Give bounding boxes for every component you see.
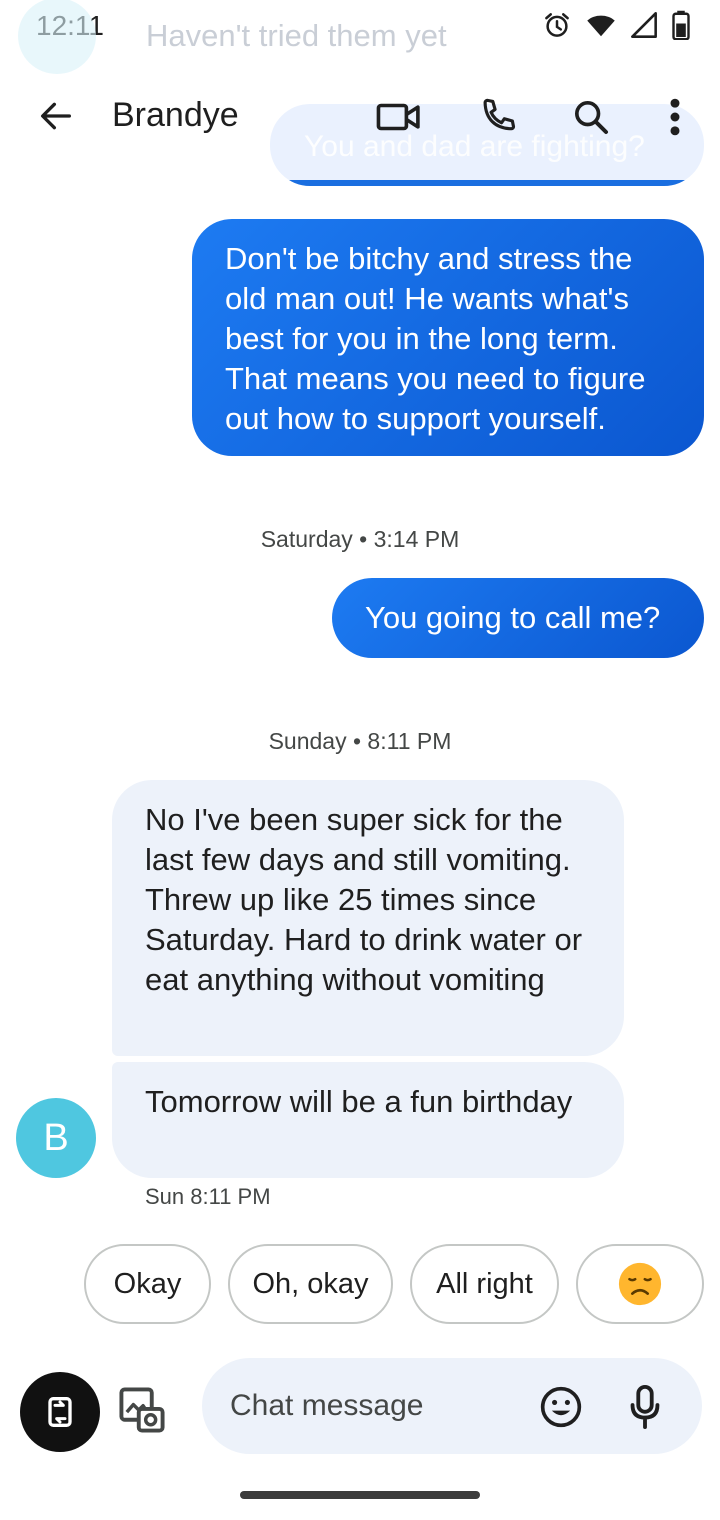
video-call-button[interactable] bbox=[376, 94, 422, 140]
message-bubble-outgoing[interactable]: You going to call me? bbox=[332, 578, 704, 658]
battery-icon bbox=[672, 10, 690, 40]
wifi-icon bbox=[587, 15, 615, 37]
mic-icon bbox=[630, 1384, 660, 1430]
compose-bar bbox=[202, 1358, 702, 1454]
alarm-icon bbox=[545, 13, 569, 37]
message-bubble-incoming[interactable]: Tomorrow will be a fun birthday bbox=[112, 1062, 624, 1178]
phone-call-button[interactable] bbox=[474, 94, 520, 140]
status-icons bbox=[542, 10, 690, 40]
signal-icon bbox=[631, 12, 657, 38]
conversation-header: Brandye bbox=[0, 80, 720, 156]
back-arrow-icon bbox=[41, 102, 72, 130]
message-bubble-incoming[interactable]: No I've been super sick for the last few… bbox=[112, 780, 624, 1056]
gallery-button[interactable] bbox=[116, 1384, 168, 1436]
smart-reply-oh-okay[interactable]: Oh, okay bbox=[228, 1244, 393, 1324]
search-icon bbox=[575, 101, 608, 134]
date-separator: Saturday • 3:14 PM bbox=[260, 526, 460, 552]
ghost-message-text: Haven't tried them yet bbox=[146, 18, 447, 53]
date-separator: Sunday • 8:11 PM bbox=[268, 728, 452, 754]
emoji-button[interactable] bbox=[538, 1384, 584, 1430]
contact-avatar[interactable]: B bbox=[16, 1098, 96, 1178]
message-timestamp: Sun 8:11 PM bbox=[145, 1184, 271, 1209]
gallery-icon bbox=[119, 1387, 165, 1433]
more-vert-icon bbox=[670, 98, 680, 136]
smart-reply-all-right[interactable]: All right bbox=[410, 1244, 559, 1324]
search-button[interactable] bbox=[568, 94, 614, 140]
phone-icon bbox=[483, 98, 516, 131]
attach-icon bbox=[48, 1397, 72, 1427]
more-options-button[interactable] bbox=[652, 94, 698, 140]
smart-reply-emoji[interactable] bbox=[576, 1244, 704, 1324]
smart-reply-okay[interactable]: Okay bbox=[84, 1244, 211, 1324]
message-bubble-outgoing[interactable]: Don't be bitchy and stress the old man o… bbox=[192, 219, 704, 456]
ghost-avatar bbox=[18, 0, 96, 74]
contact-name[interactable]: Brandye bbox=[112, 96, 239, 135]
chat-message-input[interactable] bbox=[230, 1386, 520, 1426]
home-indicator[interactable] bbox=[240, 1491, 480, 1499]
emoji-icon bbox=[540, 1386, 582, 1428]
disappointed-face-icon bbox=[618, 1262, 662, 1306]
attach-button[interactable] bbox=[20, 1372, 100, 1452]
video-call-icon bbox=[376, 103, 420, 131]
back-button[interactable] bbox=[34, 94, 78, 138]
voice-message-button[interactable] bbox=[622, 1382, 668, 1432]
